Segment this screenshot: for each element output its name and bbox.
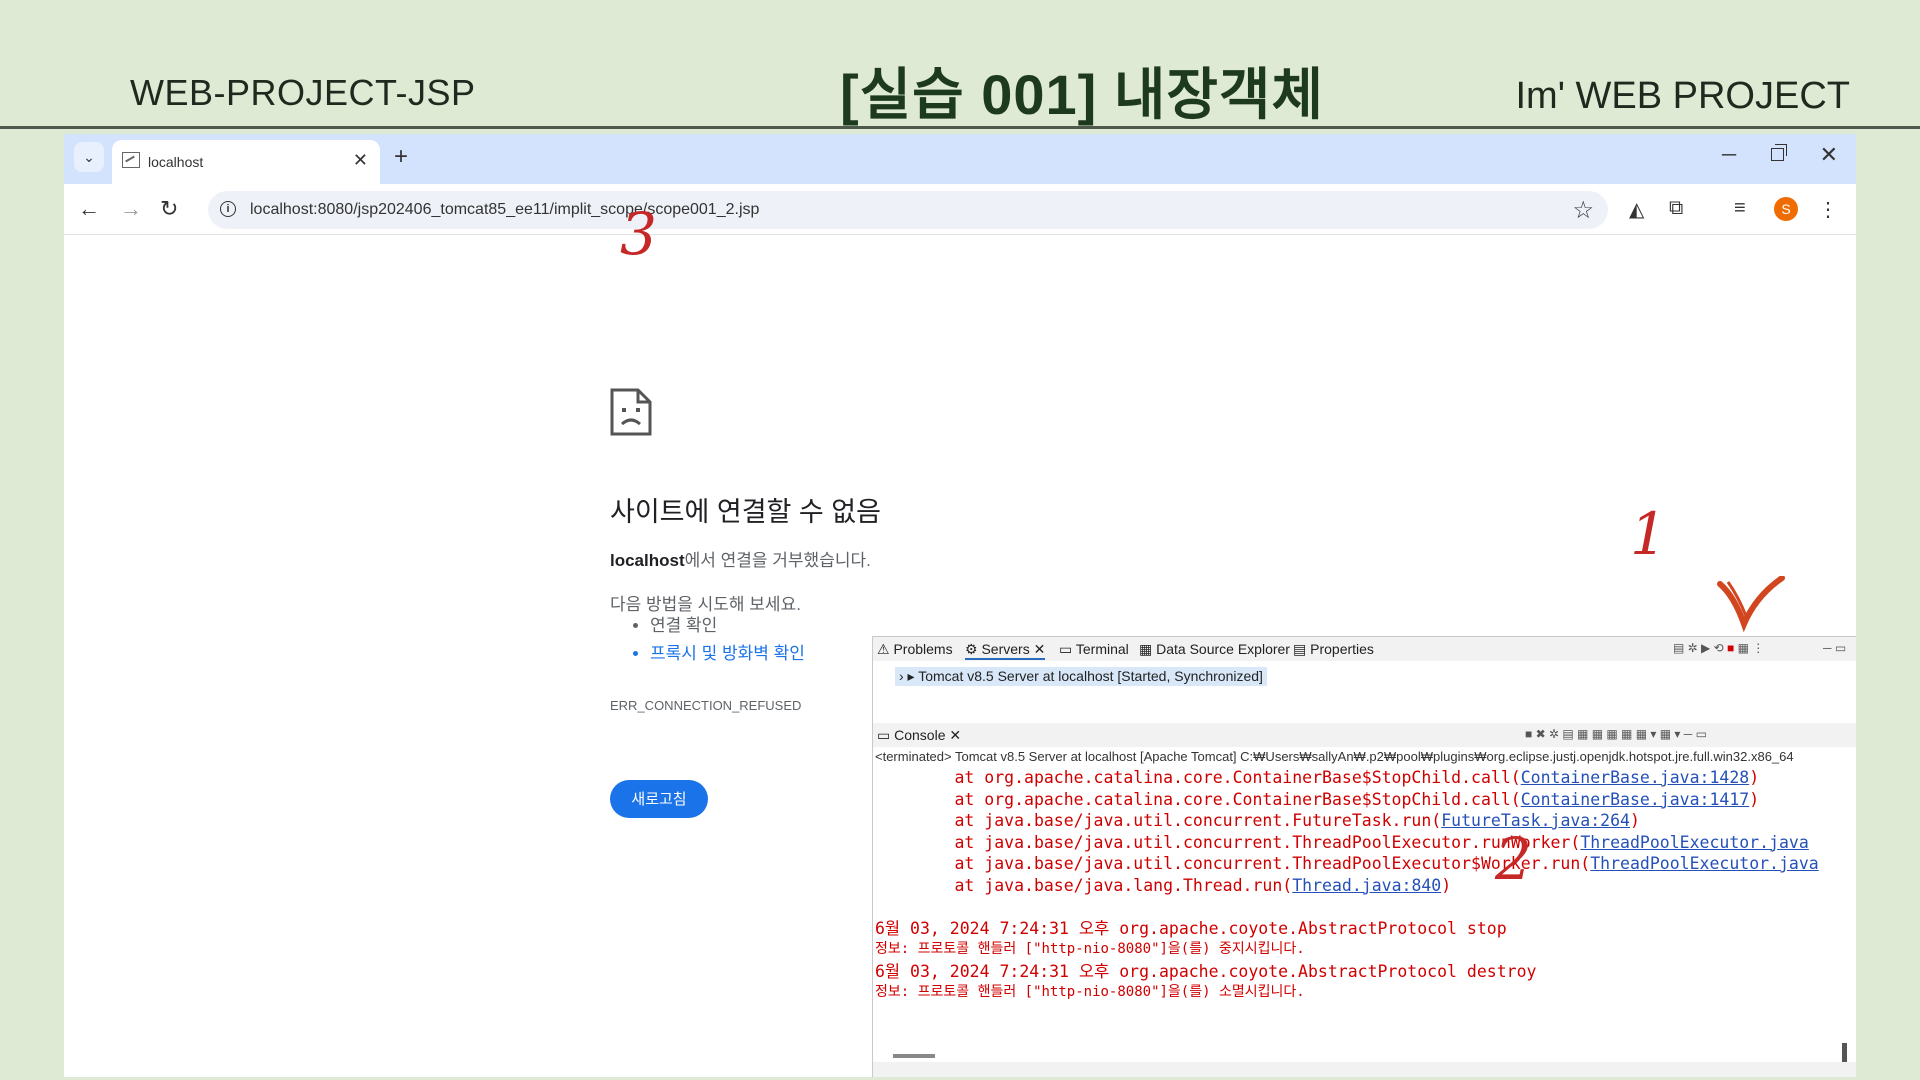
- error-message: localhost에서 연결을 거부했습니다.: [610, 546, 871, 571]
- server-toolbar-icons[interactable]: ▤ ✲ ▶ ⟲ ■ ▦ ⋮: [1673, 641, 1764, 655]
- stack-trace-line: at java.base/java.util.concurrent.Thread…: [875, 832, 1809, 852]
- header-divider: [0, 126, 1920, 129]
- eclipse-panel: ⚠ Problems ⚙ Servers ✕ ▭ Terminal ▦ Data…: [872, 636, 1856, 1077]
- suggestion-proxy-firewall-link[interactable]: 프록시 및 방화벽 확인: [650, 640, 805, 668]
- extension-delta-icon[interactable]: ◭: [1629, 197, 1644, 222]
- tab-properties[interactable]: ▤ Properties: [1293, 641, 1374, 658]
- annotation-1: 1: [1630, 500, 1667, 568]
- suggestion-list: 연결 확인 프록시 및 방화벽 확인: [630, 612, 805, 668]
- browser-toolbar: ← → ↻ i localhost:8080/jsp202406_tomcat8…: [64, 184, 1856, 235]
- stack-trace-line: at org.apache.catalina.core.ContainerBas…: [875, 768, 1760, 787]
- new-tab-button[interactable]: +: [394, 143, 408, 171]
- profile-avatar[interactable]: S: [1774, 197, 1798, 221]
- minimize-button[interactable]: ─: [1722, 144, 1736, 167]
- extensions-puzzle-icon[interactable]: ⧉: [1669, 197, 1683, 220]
- browser-tab[interactable]: localhost ✕: [112, 140, 380, 184]
- console-tab-bar: ▭ Console ✕ ■ ✖ ✲ ▤ ▦ ▦ ▦ ▦ ▦ ▾ ▦ ▾ ─ ▭: [873, 723, 1856, 747]
- bookmark-star-icon[interactable]: ☆: [1572, 196, 1594, 225]
- annotation-2: 2: [1495, 825, 1532, 893]
- tab-console[interactable]: ▭ Console ✕: [877, 727, 961, 744]
- stack-trace-link[interactable]: Thread.java:840: [1292, 876, 1441, 895]
- reload-icon[interactable]: ↻: [160, 196, 178, 222]
- server-entry[interactable]: › ▸ Tomcat v8.5 Server at localhost [Sta…: [895, 667, 1267, 686]
- view-tab-bar: ⚠ Problems ⚙ Servers ✕ ▭ Terminal ▦ Data…: [873, 637, 1856, 661]
- tab-close-icon[interactable]: ✕: [353, 150, 368, 171]
- annotation-3: 3: [620, 200, 657, 268]
- tab-title: localhost: [148, 154, 204, 170]
- tab-terminal[interactable]: ▭ Terminal: [1059, 641, 1129, 658]
- error-code: ERR_CONNECTION_REFUSED: [610, 698, 802, 713]
- more-menu-icon[interactable]: ⋮: [1818, 197, 1838, 222]
- back-arrow-icon[interactable]: ←: [78, 196, 100, 222]
- stack-trace-link[interactable]: FutureTask.java:264: [1441, 811, 1630, 830]
- tab-strip: ⌄ localhost ✕ + ─ ✕: [64, 134, 1856, 184]
- suggestion-check-connection: 연결 확인: [650, 612, 805, 640]
- browser-window: ⌄ localhost ✕ + ─ ✕ ← → ↻ i localhost:80…: [64, 134, 1856, 1077]
- restore-button[interactable]: [1771, 144, 1787, 161]
- console-toolbar-icons[interactable]: ■ ✖ ✲ ▤ ▦ ▦ ▦ ▦ ▦ ▾ ▦ ▾ ─ ▭: [1525, 727, 1707, 741]
- minimize-view-icon[interactable]: ─ ▭: [1823, 641, 1846, 655]
- console-hscrollbar[interactable]: [893, 1054, 935, 1058]
- console-process-label: <terminated> Tomcat v8.5 Server at local…: [875, 749, 1794, 764]
- slide-title: [실습 001] 내장객체: [840, 63, 1324, 126]
- checkmark-annotation: [1717, 576, 1785, 632]
- tab-problems[interactable]: ⚠ Problems: [877, 641, 953, 658]
- close-window-button[interactable]: ✕: [1820, 142, 1838, 168]
- reload-button[interactable]: 새로고침: [610, 780, 708, 818]
- tab-servers[interactable]: ⚙ Servers ✕: [965, 641, 1046, 660]
- address-bar[interactable]: i localhost:8080/jsp202406_tomcat85_ee11…: [208, 191, 1608, 229]
- stack-trace-line: at java.base/java.util.concurrent.Thread…: [875, 854, 1819, 873]
- log-line: 6월 03, 2024 7:24:31 오후 org.apache.coyote…: [875, 961, 1537, 981]
- reading-list-icon[interactable]: ≡: [1734, 197, 1746, 220]
- tab-data-source-explorer[interactable]: ▦ Data Source Explorer: [1139, 641, 1290, 658]
- stack-trace-line: at org.apache.catalina.core.ContainerBas…: [875, 789, 1760, 809]
- tab-search-icon[interactable]: ⌄: [74, 142, 104, 172]
- stack-trace-link[interactable]: ContainerBase.java:1428: [1521, 768, 1749, 787]
- stack-trace-link[interactable]: ThreadPoolExecutor.java: [1590, 854, 1818, 873]
- broken-page-icon: [122, 152, 140, 168]
- stack-trace-link[interactable]: ContainerBase.java:1417: [1521, 790, 1749, 809]
- error-title: 사이트에 연결할 수 없음: [610, 497, 881, 527]
- stack-trace-line: at java.base/java.util.concurrent.Future…: [875, 811, 1640, 830]
- url-text: localhost:8080/jsp202406_tomcat85_ee11/i…: [250, 201, 760, 218]
- log-line: 정보: 프로토콜 핸들러 ["http-nio-8080"]을(를) 소멸시킵니…: [875, 984, 1305, 1000]
- forward-arrow-icon[interactable]: →: [120, 196, 142, 222]
- slide-project-label: WEB-PROJECT-JSP: [130, 72, 476, 113]
- log-line: 정보: 프로토콜 핸들러 ["http-nio-8080"]을(를) 중지시킵니…: [875, 941, 1305, 957]
- status-bar: [873, 1062, 1856, 1077]
- error-host: localhost: [610, 551, 685, 570]
- site-info-icon[interactable]: i: [220, 201, 236, 217]
- slide-brand-label: Im' WEB PROJECT: [1515, 75, 1851, 117]
- stack-trace-link[interactable]: ThreadPoolExecutor.java: [1580, 833, 1808, 852]
- sad-document-icon: [610, 388, 652, 436]
- error-message-suffix: 에서 연결을 거부했습니다.: [684, 551, 871, 570]
- console-output: at org.apache.catalina.core.ContainerBas…: [875, 767, 1840, 1047]
- log-line: 6월 03, 2024 7:24:31 오후 org.apache.coyote…: [875, 918, 1507, 938]
- stack-trace-line: at java.base/java.lang.Thread.run(Thread…: [875, 875, 1452, 895]
